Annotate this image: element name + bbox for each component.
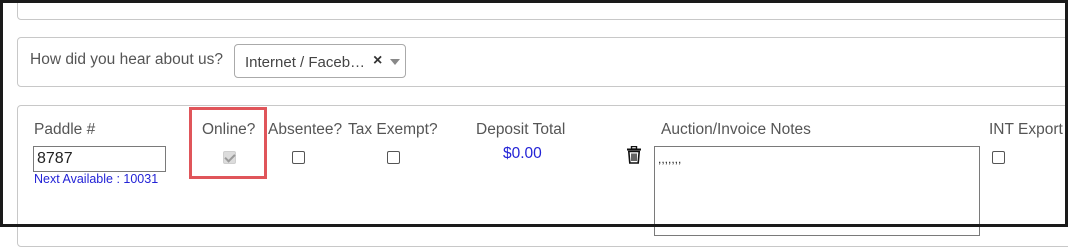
paddle-number-label: Paddle #: [34, 121, 96, 138]
referral-source-select[interactable]: Internet / Faceb… ×: [234, 44, 406, 78]
referral-source-label: How did you hear about us?: [30, 51, 224, 68]
chevron-down-icon[interactable]: [390, 59, 400, 65]
int-export-label: INT Export: [989, 121, 1063, 138]
absentee-label: Absentee?: [268, 121, 343, 138]
online-highlight-box: [189, 107, 267, 179]
auction-invoice-notes-textarea[interactable]: ,,,,,,,: [654, 146, 980, 236]
trash-icon[interactable]: [626, 146, 642, 164]
top-panel: [17, 0, 1068, 20]
absentee-checkbox[interactable]: [292, 151, 305, 164]
next-available-link[interactable]: Next Available : 10031: [34, 172, 158, 186]
int-export-checkbox[interactable]: [992, 151, 1005, 164]
auction-invoice-notes-label: Auction/Invoice Notes: [661, 121, 811, 138]
tax-exempt-checkbox[interactable]: [387, 151, 400, 164]
referral-source-selected-value: Internet / Faceb…: [245, 54, 366, 71]
deposit-total-value: $0.00: [503, 145, 542, 162]
tax-exempt-label: Tax Exempt?: [348, 121, 438, 138]
deposit-total-label: Deposit Total: [476, 121, 566, 138]
paddle-number-input[interactable]: [33, 146, 166, 172]
clear-selection-icon[interactable]: ×: [373, 52, 382, 70]
